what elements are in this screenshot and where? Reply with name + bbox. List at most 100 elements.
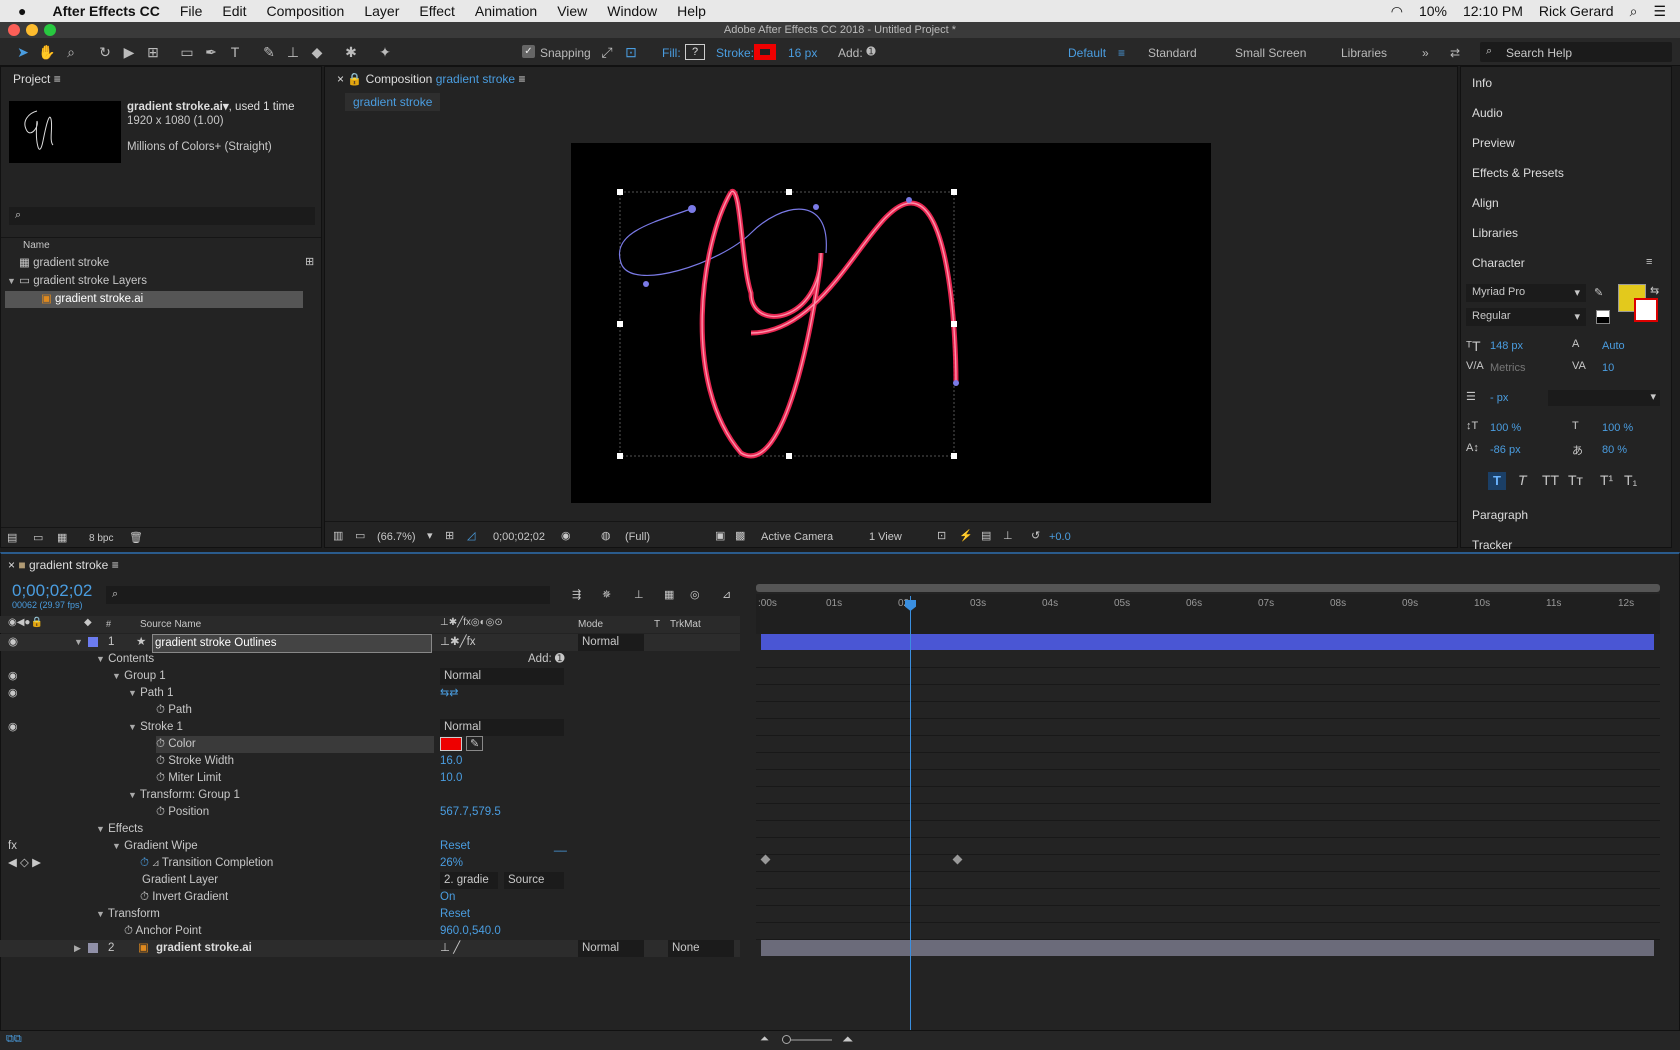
view-layout-dropdown[interactable]: 1 View (869, 531, 902, 543)
user-name[interactable]: Rick Gerard (1539, 3, 1614, 19)
app-menu[interactable]: After Effects CC (52, 3, 159, 19)
spotlight-icon[interactable]: ⌕ (1630, 3, 1638, 20)
keyframe-navigator[interactable]: ◀ ◇ ▶ (8, 855, 41, 872)
clone-stamp-tool-icon[interactable]: ⊥ (284, 43, 302, 61)
stroke-width-prop-value[interactable]: 16.0 (440, 753, 462, 770)
flowchart-icon[interactable]: ⊥ (1003, 529, 1013, 542)
region-icon[interactable]: ▣ (715, 529, 725, 542)
tracker-panel-tab[interactable]: Tracker (1472, 538, 1512, 552)
stroke-width-property[interactable]: ⏱ Stroke Width (156, 753, 234, 770)
zoom-slider[interactable] (782, 1035, 832, 1044)
path-1[interactable]: ▼ Path 1 (128, 685, 173, 702)
rotate-tool-icon[interactable]: ↻ (96, 43, 114, 61)
stroke-color-swatch[interactable] (1634, 298, 1658, 322)
position-value[interactable]: 567.7,579.5 (440, 804, 501, 821)
stopwatch-icon[interactable]: ⏱ (140, 891, 149, 903)
trash-icon[interactable]: 🗑 (129, 531, 143, 544)
exposure-value[interactable]: +0.0 (1049, 531, 1071, 543)
frame-blending-icon[interactable]: ▦ (664, 588, 674, 601)
menu-composition[interactable]: Composition (267, 3, 345, 19)
menu-help[interactable]: Help (677, 3, 706, 19)
effects-presets-panel-tab[interactable]: Effects & Presets (1472, 166, 1564, 180)
workspace-small-screen[interactable]: Small Screen (1235, 46, 1306, 60)
draft-3d-icon[interactable]: ✵ (602, 588, 611, 601)
clock[interactable]: 12:10 PM (1463, 3, 1523, 19)
zoom-in-icon[interactable]: ⏶ (842, 1031, 853, 1048)
project-search-input[interactable]: ⌕ (9, 207, 315, 225)
interpret-footage-icon[interactable]: ▤ (7, 531, 17, 544)
menu-edit[interactable]: Edit (222, 3, 246, 19)
type-tool-icon[interactable]: T (226, 43, 244, 61)
font-size-value[interactable]: 148 px (1490, 340, 1523, 352)
menu-file[interactable]: File (180, 3, 203, 19)
menu-animation[interactable]: Animation (475, 3, 537, 19)
hand-tool-icon[interactable]: ✋ (38, 43, 56, 61)
resolution-dropdown[interactable]: (Full) (625, 531, 650, 543)
layer-name-field[interactable]: gradient stroke Outlines (152, 634, 432, 653)
channel-icon[interactable]: ◍ (601, 529, 611, 542)
workspace-menu-icon[interactable]: ≡ (1118, 46, 1125, 60)
align-panel-tab[interactable]: Align (1472, 196, 1499, 210)
paragraph-panel-tab[interactable]: Paragraph (1472, 508, 1528, 522)
stroke-1[interactable]: ▼ Stroke 1 (128, 719, 183, 736)
roto-brush-tool-icon[interactable]: ✱ (342, 43, 360, 61)
transparency-grid-icon[interactable]: ▩ (735, 529, 745, 542)
flowchart-icon[interactable]: ⊞ (305, 255, 314, 268)
layer-2-bar[interactable] (761, 940, 1654, 956)
transform-group-1[interactable]: ▼ Transform: Group 1 (128, 787, 240, 804)
superscript-button[interactable]: T¹ (1600, 472, 1613, 488)
gradient-source-dropdown[interactable]: Source (504, 872, 564, 889)
new-comp-icon[interactable]: ▦ (57, 531, 67, 544)
gradient-wipe-reset[interactable]: Reset (440, 838, 470, 855)
panel-menu-icon[interactable]: ≡ (518, 72, 525, 86)
zoom-window-button[interactable] (44, 24, 56, 36)
snapshot-icon[interactable]: ◉ (561, 529, 571, 542)
new-folder-icon[interactable]: ▭ (33, 531, 43, 544)
fast-preview-icon[interactable]: ⚡ (959, 529, 973, 542)
stroke-width-value[interactable]: 16 px (788, 46, 817, 60)
tracking-value[interactable]: 10 (1602, 362, 1614, 374)
subscript-button[interactable]: T₁ (1624, 472, 1637, 488)
graph-icon[interactable]: ⊿ (152, 857, 159, 869)
sync-icon[interactable]: ⇄ (1450, 46, 1460, 60)
layer-1-bar[interactable] (761, 634, 1654, 650)
add-arrow-icon[interactable]: ➊ (862, 43, 880, 61)
add-contents-button[interactable]: Add: ➊ (528, 651, 565, 668)
project-item-comp[interactable]: ▦ gradient stroke (19, 255, 109, 272)
panel-menu-icon[interactable]: ≡ (112, 558, 119, 572)
selection-tool-icon[interactable]: ➤ (14, 43, 32, 61)
work-area-bar[interactable] (756, 584, 1660, 592)
audio-panel-tab[interactable]: Audio (1472, 106, 1503, 120)
graph-editor-icon[interactable]: ⊿ (722, 588, 731, 601)
kerning-value[interactable]: Metrics (1490, 362, 1525, 374)
invert-gradient-property[interactable]: ⏱ Invert Gradient (140, 889, 228, 906)
transform-group[interactable]: ▼ Transform (96, 906, 160, 923)
av-features-icons[interactable]: ◉◀●🔒 (8, 617, 43, 628)
anchor-point-value[interactable]: 960.0,540.0 (440, 923, 501, 940)
always-preview-icon[interactable]: ▥ (333, 529, 343, 542)
puppet-tool-icon[interactable]: ✦ (376, 43, 394, 61)
trkmat-column[interactable]: TrkMat (670, 619, 701, 630)
shy-layers-icon[interactable]: ⊥ (634, 588, 644, 601)
stopwatch-icon[interactable]: ⏱ (124, 925, 133, 937)
close-icon[interactable]: × (337, 72, 344, 86)
gradient-wipe-effect[interactable]: ▼ Gradient Wipe (112, 838, 198, 855)
effect-link[interactable]: __ (554, 838, 567, 855)
snapping-checkbox-icon[interactable]: ✓ (522, 45, 535, 58)
mask-visibility-icon[interactable]: ◿ (467, 529, 475, 542)
menu-window[interactable]: Window (607, 3, 657, 19)
project-panel-title[interactable]: Project ≡ (1, 67, 321, 91)
mode-column[interactable]: Mode (578, 619, 603, 630)
faux-italic-button[interactable]: T (1518, 472, 1527, 488)
comp-tab[interactable]: gradient stroke (345, 93, 441, 111)
libraries-panel-tab[interactable]: Libraries (1472, 226, 1518, 240)
snap-grid-icon[interactable]: ⊡ (622, 43, 640, 61)
switches-column-icons[interactable]: ⊥✱╱fx◎◐◎⊙ (440, 617, 503, 628)
path-property[interactable]: ⏱ Path (156, 702, 192, 719)
baseline-shift-value[interactable]: -86 px (1490, 444, 1521, 456)
menu-view[interactable]: View (557, 3, 587, 19)
apple-icon[interactable]: ● (18, 3, 26, 19)
zoom-dropdown[interactable]: (66.7%) (377, 531, 416, 543)
zoom-tool-icon[interactable]: ⌕ (62, 43, 80, 61)
wifi-icon[interactable]: ◠ (1391, 3, 1403, 20)
